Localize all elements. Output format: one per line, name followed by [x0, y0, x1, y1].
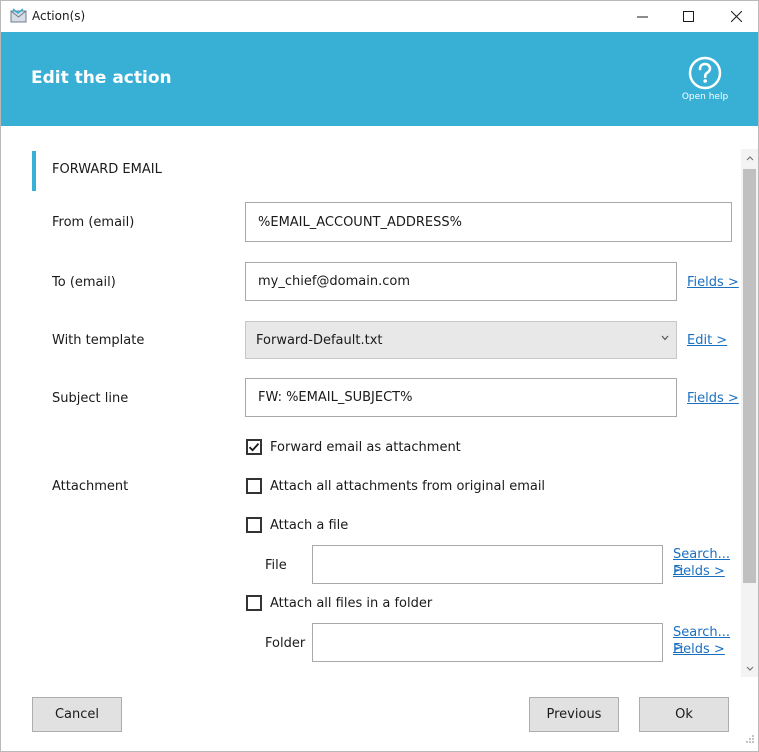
close-button[interactable] [713, 1, 758, 32]
title-bar: Action(s) [1, 1, 758, 32]
forward-as-attachment-label: Forward email as attachment [270, 439, 461, 455]
attach-folder-checkbox[interactable]: Attach all files in a folder [246, 595, 432, 611]
maximize-button[interactable] [665, 1, 711, 32]
subject-line-field[interactable]: FW: %EMAIL_SUBJECT% [245, 378, 677, 417]
scroll-up-arrow-icon[interactable] [741, 151, 758, 165]
scrollbar-thumb[interactable] [743, 169, 756, 583]
resize-grip-icon[interactable] [745, 733, 755, 748]
action-dialog-window: Action(s) Edit the action Open help FORW… [0, 0, 759, 752]
file-path-field[interactable] [312, 545, 663, 584]
maximize-icon [682, 11, 694, 22]
checkbox-unchecked-icon [246, 595, 262, 611]
attach-all-original-label: Attach all attachments from original ema… [270, 478, 546, 494]
open-help-button[interactable]: Open help [677, 56, 733, 102]
checkbox-checked-icon [246, 439, 262, 455]
previous-button[interactable]: Previous [529, 697, 619, 732]
to-email-field[interactable]: my_chief@domain.com [245, 262, 677, 301]
folder-fields-link[interactable]: Fields > [673, 642, 725, 657]
help-label: Open help [681, 92, 729, 102]
attach-folder-label: Attach all files in a folder [270, 595, 433, 611]
form-content: FORWARD EMAIL From (email) %EMAIL_ACCOUN… [1, 126, 741, 679]
vertical-scrollbar[interactable] [741, 149, 758, 677]
ok-button[interactable]: Ok [639, 697, 729, 732]
attachment-label: Attachment [52, 479, 129, 494]
header-title: Edit the action [31, 68, 172, 88]
section-accent-bar [32, 151, 36, 191]
dialog-footer: Cancel Previous Ok [1, 679, 758, 751]
cancel-button[interactable]: Cancel [32, 697, 122, 732]
from-label: From (email) [52, 215, 135, 230]
app-envelope-icon [10, 8, 27, 24]
minimize-button[interactable] [619, 1, 665, 32]
to-label: To (email) [52, 275, 116, 290]
attach-file-label: Attach a file [270, 517, 349, 533]
minimize-icon [636, 11, 648, 22]
close-icon [730, 11, 742, 22]
checkbox-unchecked-icon [246, 517, 262, 533]
template-selected-value: Forward-Default.txt [256, 332, 383, 348]
file-label: File [265, 558, 287, 573]
scroll-down-arrow-icon[interactable] [741, 661, 758, 675]
section-title: FORWARD EMAIL [52, 162, 162, 177]
from-email-field[interactable]: %EMAIL_ACCOUNT_ADDRESS% [245, 202, 732, 242]
attach-file-checkbox[interactable]: Attach a file [246, 517, 348, 533]
forward-as-attachment-checkbox[interactable]: Forward email as attachment [246, 439, 461, 455]
question-circle-icon [688, 56, 722, 90]
template-label: With template [52, 333, 145, 348]
subject-label: Subject line [52, 391, 129, 406]
folder-path-field[interactable] [312, 623, 663, 662]
folder-label: Folder [265, 636, 306, 651]
file-fields-link[interactable]: Fields > [673, 564, 725, 579]
subject-fields-link[interactable]: Fields > [687, 391, 739, 406]
checkbox-unchecked-icon [246, 478, 262, 494]
dialog-header: Edit the action Open help [1, 32, 758, 126]
to-fields-link[interactable]: Fields > [687, 275, 739, 290]
template-edit-link[interactable]: Edit > [687, 333, 727, 348]
template-select[interactable]: Forward-Default.txt [245, 321, 677, 359]
attach-all-original-checkbox[interactable]: Attach all attachments from original ema… [246, 478, 545, 494]
chevron-down-icon [661, 334, 669, 344]
window-title: Action(s) [32, 9, 86, 23]
